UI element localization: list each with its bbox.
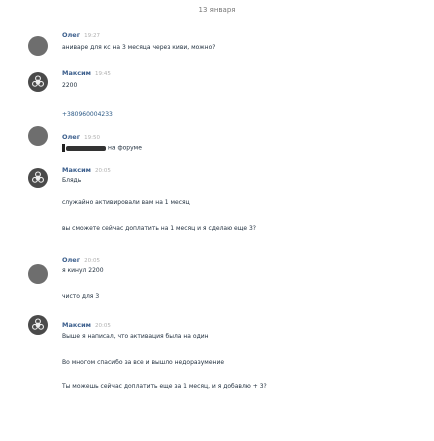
message-author[interactable]: Олег 19:50 (62, 133, 100, 142)
author-name[interactable]: Олег (62, 31, 80, 39)
message-time: 20:05 (95, 323, 111, 329)
message-text: служайно активировали вам на 1 месяц (62, 199, 190, 206)
redacted-block (66, 145, 106, 151)
message-text: чисто для 3 (62, 293, 100, 300)
message-time: 20:05 (95, 168, 111, 174)
biohazard-icon (31, 171, 45, 183)
biohazard-icon (31, 318, 45, 330)
avatar-maksim[interactable] (28, 315, 48, 335)
message-author[interactable]: Олег 20:05 (62, 256, 100, 265)
message-text: аниваре для кс на 3 месяца через киви, м… (62, 44, 216, 51)
message-author[interactable]: Максим 19:45 (62, 69, 111, 78)
message-text: на форуме (62, 144, 142, 153)
avatar-oleg[interactable] (28, 36, 48, 56)
author-name[interactable]: Максим (62, 69, 91, 77)
message-text: 2200 (62, 82, 78, 89)
message-time: 19:27 (84, 33, 100, 39)
message-time: 19:50 (84, 135, 100, 141)
date-divider: 13 января (198, 6, 236, 14)
author-name[interactable]: Олег (62, 256, 80, 264)
phone-link[interactable]: +380960004233 (62, 111, 113, 119)
author-name[interactable]: Максим (62, 321, 91, 329)
cursor-icon (62, 144, 65, 152)
avatar-oleg[interactable] (28, 126, 48, 146)
message-text-part: на форуме (108, 144, 142, 152)
biohazard-icon (31, 75, 45, 87)
message-text: Во многом спасибо за все и вышло недораз… (62, 359, 225, 366)
message-text: Блядь (62, 177, 82, 184)
message-author[interactable]: Олег 19:27 (62, 31, 100, 40)
message-text: Выше я написал, что активация была на од… (62, 333, 209, 340)
message-text: я кинул 2200 (62, 267, 104, 274)
message-time: 19:45 (95, 71, 111, 77)
message-text: вы сможете сейчас доплатить на 1 месяц и… (62, 225, 256, 232)
message-author[interactable]: Максим 20:05 (62, 321, 111, 330)
avatar-oleg[interactable] (28, 264, 48, 284)
message-text: Ты можешь сейчас доплатить еще за 1 меся… (62, 383, 267, 390)
avatar-maksim[interactable] (28, 72, 48, 92)
avatar-maksim[interactable] (28, 168, 48, 188)
message-author[interactable]: Максим 20:05 (62, 166, 111, 175)
message-time: 20:05 (84, 258, 100, 264)
author-name[interactable]: Олег (62, 133, 80, 141)
author-name[interactable]: Максим (62, 166, 91, 174)
